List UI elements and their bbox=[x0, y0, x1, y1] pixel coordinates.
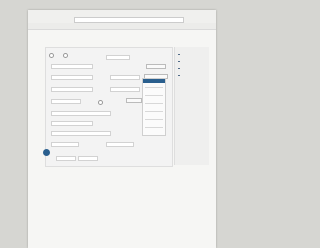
text-field-bottom-right[interactable] bbox=[78, 156, 98, 161]
text-field-row9-right[interactable] bbox=[106, 142, 134, 147]
text-field-row6[interactable] bbox=[51, 111, 111, 116]
page-nav-bar bbox=[28, 23, 216, 30]
browser-top-bar bbox=[28, 10, 216, 24]
text-field-row3-mid[interactable] bbox=[110, 75, 140, 80]
side-menu-item-3[interactable] bbox=[178, 67, 206, 70]
text-field-top-right[interactable] bbox=[106, 55, 130, 60]
text-field-row5-left[interactable] bbox=[51, 99, 81, 104]
bullet-icon bbox=[178, 53, 180, 56]
text-field-row2-left[interactable] bbox=[51, 64, 93, 69]
form-card bbox=[43, 47, 173, 167]
paper-printout bbox=[28, 10, 216, 248]
text-field-row4-left[interactable] bbox=[51, 87, 93, 92]
side-menu bbox=[174, 47, 209, 165]
text-field-row8[interactable] bbox=[51, 131, 111, 136]
bullet-icon bbox=[178, 74, 180, 77]
side-menu-item-4[interactable] bbox=[178, 74, 206, 77]
bullet-icon bbox=[178, 67, 180, 70]
round-action-icon[interactable] bbox=[43, 149, 50, 156]
radio-option-2[interactable] bbox=[63, 53, 68, 58]
dropdown-selected-option[interactable] bbox=[143, 79, 165, 83]
text-field-row3-left[interactable] bbox=[51, 75, 93, 80]
text-field-bottom-left[interactable] bbox=[56, 156, 76, 161]
dropdown-panel[interactable] bbox=[142, 78, 166, 136]
side-menu-item-1[interactable] bbox=[178, 53, 206, 56]
action-button-row2[interactable] bbox=[146, 64, 166, 69]
bullet-icon bbox=[178, 60, 180, 63]
radio-option-1[interactable] bbox=[49, 53, 54, 58]
checkbox-row5[interactable] bbox=[98, 100, 103, 105]
small-button-row5[interactable] bbox=[126, 98, 142, 103]
text-field-row9-left[interactable] bbox=[51, 142, 79, 147]
text-field-row7[interactable] bbox=[51, 121, 93, 126]
text-field-row4-mid[interactable] bbox=[110, 87, 140, 92]
side-menu-item-2[interactable] bbox=[178, 60, 206, 63]
